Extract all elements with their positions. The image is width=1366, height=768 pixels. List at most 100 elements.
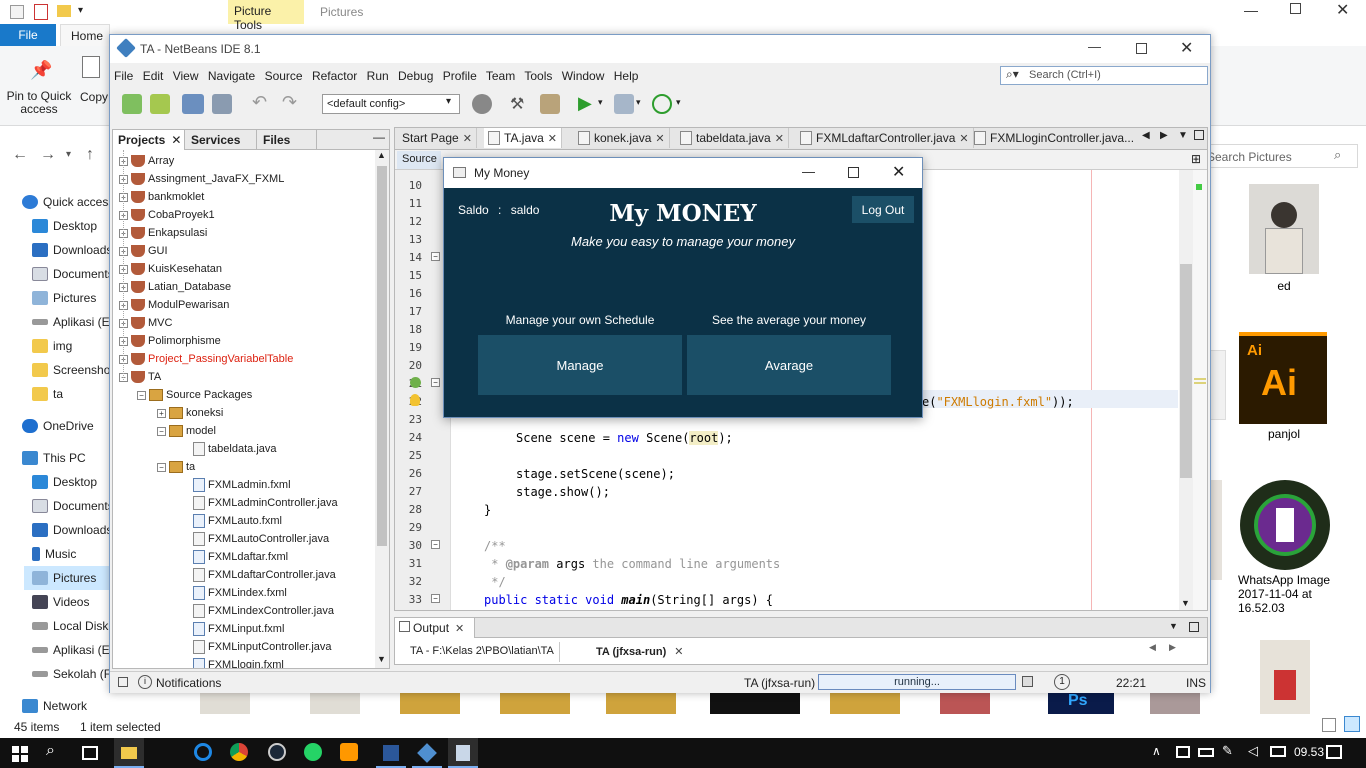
chevron-down-icon[interactable]: ▾	[78, 5, 83, 16]
manage-button[interactable]: Manage	[478, 335, 682, 395]
clock[interactable]: 09.53	[1294, 745, 1324, 759]
code-line-30[interactable]: /**	[484, 539, 506, 553]
project-node[interactable]: + CobaProyek1	[119, 206, 215, 224]
tree-node[interactable]: FXMLadmin.fxml	[193, 476, 291, 494]
code-line-28[interactable]: }	[484, 503, 491, 517]
fold-icon[interactable]: −	[431, 378, 440, 387]
picture-tools-tab[interactable]: Picture Tools	[228, 0, 304, 32]
nav-item[interactable]: Sekolah (F:	[32, 662, 110, 686]
nav-item[interactable]: Network	[22, 694, 110, 718]
nav-item[interactable]: Desktop	[32, 214, 110, 238]
tree-node[interactable]: FXMLlogin.fxml	[193, 656, 284, 668]
nav-item[interactable]: Documents	[32, 262, 110, 286]
close-icon[interactable]: ✕	[171, 133, 181, 147]
expand-toggle-icon[interactable]: −	[137, 390, 146, 400]
profile-icon[interactable]	[652, 94, 672, 114]
thumbnail-ed[interactable]	[1249, 184, 1319, 274]
tree-node[interactable]: FXMLautoController.java	[193, 530, 329, 548]
project-node[interactable]: + Enkapsulasi	[119, 224, 207, 242]
nav-item[interactable]: Music	[32, 542, 110, 566]
code-line-26[interactable]: stage.setScene(scene);	[516, 467, 675, 481]
menu-profile[interactable]: Profile	[443, 69, 477, 83]
project-node[interactable]: + Latian_Database	[119, 278, 231, 296]
expand-toggle-icon[interactable]: −	[157, 462, 166, 472]
battery-icon[interactable]	[1198, 748, 1214, 757]
notifications-label[interactable]: Notifications	[156, 676, 221, 690]
tab-scroll-left-icon[interactable]: ◀	[1142, 130, 1150, 141]
tab-scroll-right-icon[interactable]: ▶	[1160, 130, 1168, 141]
output-scroll-left-icon[interactable]: ◀	[1149, 642, 1156, 653]
editor-tab-start-page[interactable]: Start Page ✕	[398, 128, 477, 148]
tab-files[interactable]: Files	[257, 130, 317, 150]
close-icon[interactable]: ✕	[674, 646, 683, 658]
expand-toggle-icon[interactable]: −	[157, 426, 166, 436]
keyboard-icon[interactable]	[1270, 746, 1286, 757]
menu-refactor[interactable]: Refactor	[312, 69, 357, 83]
recent-chevron-icon[interactable]: ▾	[66, 149, 71, 160]
fold-icon[interactable]: −	[431, 594, 440, 603]
code-line-27[interactable]: stage.show();	[516, 485, 610, 499]
project-node[interactable]: + Project_PassingVariabelTable	[119, 350, 293, 368]
save-all-icon[interactable]	[212, 94, 232, 114]
scroll-thumb[interactable]	[377, 166, 387, 546]
build-icon[interactable]: ⚒	[510, 94, 524, 114]
ribbon-tab-home[interactable]: Home	[60, 24, 110, 46]
tree-node[interactable]: FXMLinputController.java	[193, 638, 332, 656]
nav-item[interactable]: Quick access	[22, 190, 110, 214]
nav-item[interactable]: Desktop	[32, 470, 110, 494]
netbeans-task-icon[interactable]	[412, 738, 442, 768]
quick-access-toolbar-icon[interactable]	[10, 5, 24, 19]
undo-icon[interactable]: ↶	[252, 92, 267, 113]
menu-view[interactable]: View	[173, 69, 199, 83]
search-icon[interactable]: ⌕	[46, 742, 55, 760]
nav-item[interactable]: Pictures	[24, 566, 112, 590]
editor-tab-tabeldata[interactable]: tabeldata.java ✕	[676, 128, 789, 148]
tree-node[interactable]: FXMLinput.fxml	[193, 620, 284, 638]
tray-chevron-icon[interactable]: ∧	[1152, 744, 1161, 758]
menu-navigate[interactable]: Navigate	[208, 69, 255, 83]
nav-item[interactable]: Screenshots	[32, 358, 110, 382]
up-icon[interactable]: ↑	[86, 146, 94, 164]
close-icon[interactable]: ✕	[655, 132, 664, 145]
tab-services[interactable]: Services	[185, 130, 257, 150]
clean-build-icon[interactable]	[540, 94, 560, 114]
code-line-32[interactable]: */	[484, 575, 505, 589]
new-project-icon[interactable]	[150, 94, 170, 114]
whatsapp-icon[interactable]	[304, 743, 322, 761]
ide-search-input[interactable]: Search (Ctrl+I)	[1000, 66, 1208, 85]
tree-node[interactable]: FXMLdaftar.fxml	[193, 548, 288, 566]
project-node[interactable]: + MVC	[119, 314, 172, 332]
chevron-down-icon[interactable]: ▾	[636, 97, 641, 108]
menu-window[interactable]: Window	[562, 69, 605, 83]
tree-node[interactable]: + koneksi	[157, 404, 223, 422]
scroll-down-icon[interactable]: ▼	[1181, 598, 1190, 608]
nav-item[interactable]: img	[32, 334, 110, 358]
split-icon[interactable]: ⊞	[1191, 152, 1201, 166]
menu-tools[interactable]: Tools	[524, 69, 552, 83]
output-subtab-run[interactable]: TA (jfxsa-run) ✕	[591, 642, 689, 662]
chevron-down-icon[interactable]: ▾	[598, 97, 603, 108]
menu-help[interactable]: Help	[614, 69, 639, 83]
maximize-icon[interactable]	[848, 167, 859, 178]
close-icon[interactable]: ✕	[892, 162, 905, 182]
forward-icon[interactable]: →	[40, 146, 56, 164]
pin-quick-access-button[interactable]: Pin to Quick access	[4, 90, 74, 116]
project-node[interactable]: − TA	[119, 368, 161, 386]
nav-item[interactable]: ta	[32, 382, 110, 406]
nav-item[interactable]: Aplikasi (E:	[32, 310, 110, 334]
redo-icon[interactable]: ↷	[282, 92, 297, 113]
maximize-editor-icon[interactable]	[1194, 130, 1204, 140]
nav-item[interactable]: Downloads	[32, 238, 110, 262]
file-explorer-icon[interactable]	[114, 738, 144, 768]
details-view-icon[interactable]	[1322, 718, 1336, 732]
new-folder-icon[interactable]	[57, 5, 71, 17]
close-icon[interactable]: ✕	[775, 132, 784, 145]
scroll-thumb[interactable]	[1180, 264, 1192, 478]
new-file-icon[interactable]	[122, 94, 142, 114]
notification-badge[interactable]: 1	[1054, 674, 1070, 690]
code-line-33[interactable]: public static void main(String[] args) {	[484, 593, 773, 607]
network-tray-icon[interactable]	[1176, 746, 1190, 758]
project-node[interactable]: + Array	[119, 152, 174, 170]
project-node[interactable]: + ModulPewarisan	[119, 296, 229, 314]
nav-item[interactable]: Local Disk	[32, 614, 110, 638]
